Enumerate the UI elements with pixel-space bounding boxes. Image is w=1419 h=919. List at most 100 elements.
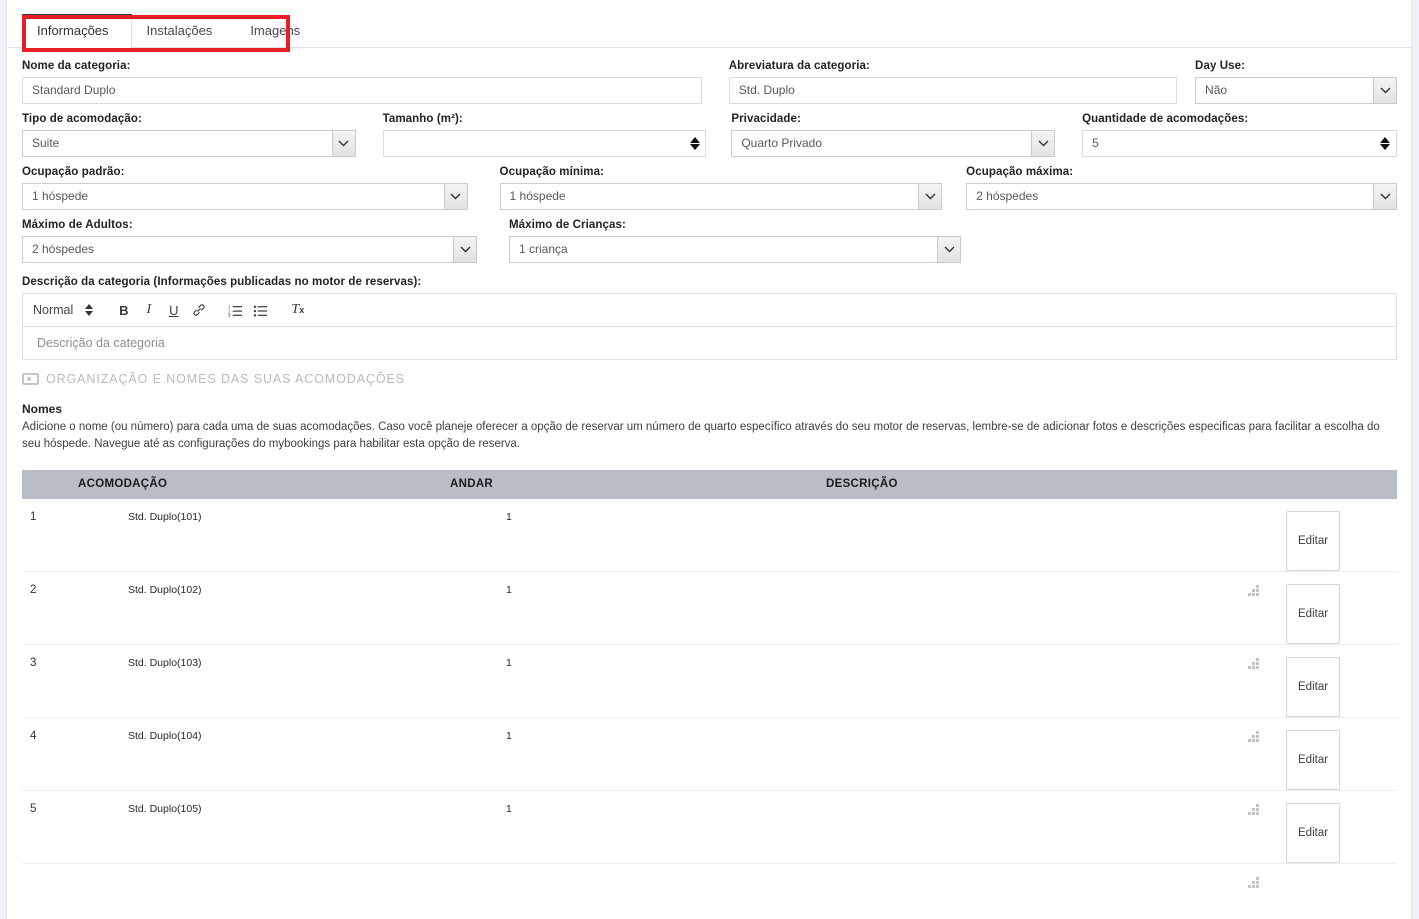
field-ocupacao-maxima: Ocupação máxima: 2 hóspedes — [966, 166, 1398, 210]
select-day-use-value: Não — [1205, 83, 1228, 97]
input-quantidade-acomodacoes-value: 5 — [1092, 136, 1099, 150]
label-abreviatura: Abreviatura da categoria: — [728, 60, 870, 72]
row-descricao[interactable] — [826, 584, 1277, 669]
row-andar: 1 — [506, 802, 512, 815]
camera-icon — [22, 373, 39, 385]
select-day-use[interactable]: Não — [1195, 77, 1398, 104]
spinner-quantidade[interactable] — [1379, 133, 1392, 154]
input-quantidade-acomodacoes[interactable]: 5 — [1082, 130, 1397, 157]
label-nome-categoria: Nome da categoria: — [22, 60, 131, 72]
table-header-descricao: DESCRIÇÃO — [826, 478, 898, 490]
page-content: Informações Instalações Imagens Nome da … — [8, 0, 1411, 919]
edit-button[interactable]: Editar — [1286, 802, 1341, 863]
label-maximo-adultos: Máximo de Adultos: — [22, 219, 133, 231]
names-description: Adicione o nome (ou número) para cada um… — [22, 421, 1380, 451]
spinner-up-icon[interactable] — [1380, 137, 1391, 143]
select-maximo-adultos-value: 2 hóspedes — [32, 242, 95, 256]
select-tipo-acomodacao-value: Suite — [32, 136, 60, 150]
table-row: 1 Std. Duplo(101) 1 Editar — [22, 499, 1397, 596]
spinner-down-icon[interactable] — [1380, 144, 1391, 150]
input-tamanho[interactable] — [382, 130, 707, 157]
row-descricao[interactable] — [826, 730, 1277, 815]
tab-imagens-label: Imagens — [250, 23, 301, 38]
chevron-down-icon — [918, 184, 942, 209]
rich-text-editor: Normal B I U 1 2 3 T x Descrição da cate… — [22, 293, 1397, 360]
row-descricao[interactable] — [826, 657, 1277, 742]
spinner-up-icon[interactable] — [689, 137, 700, 143]
tab-instalacoes[interactable]: Instalações — [132, 14, 236, 48]
editor-content-area[interactable]: Descrição da categoria — [22, 326, 1397, 360]
italic-icon[interactable]: I — [136, 298, 161, 322]
editor-toolbar: Normal B I U 1 2 3 T x — [22, 293, 1397, 326]
svg-text:3: 3 — [228, 313, 231, 317]
ordered-list-icon[interactable]: 1 2 3 — [223, 298, 248, 322]
tab-bar: Informações Instalações Imagens — [8, 0, 1411, 48]
accommodations-table: ACOMODAÇÃO ANDAR DESCRIÇÃO 1 Std. Duplo(… — [22, 469, 1397, 888]
table-header-andar: ANDAR — [450, 478, 494, 490]
select-maximo-criancas-value: 1 criança — [519, 242, 568, 256]
tab-informacoes-label: Informações — [37, 23, 109, 38]
select-ocupacao-padrao[interactable]: 1 hóspede — [22, 183, 468, 210]
row-andar: 1 — [506, 729, 512, 742]
category-form: Nome da categoria: Standard Duplo Abrevi… — [8, 48, 1411, 360]
chevron-down-icon — [331, 131, 355, 156]
label-maximo-criancas: Máximo de Crianças: — [509, 219, 626, 231]
select-privacidade[interactable]: Quarto Privado — [731, 130, 1056, 157]
field-ocupacao-padrao: Ocupação padrão: 1 hóspede — [22, 166, 468, 210]
input-abreviatura[interactable]: Std. Duplo — [728, 77, 1178, 104]
select-ocupacao-minima[interactable]: 1 hóspede — [499, 183, 943, 210]
table-row: 5 Std. Duplo(105) 1 Editar — [22, 791, 1397, 888]
section-header-organizacao: ORGANIZAÇÃO E NOMES DAS SUAS ACOMODAÇÕES — [22, 372, 1397, 386]
field-day-use: Day Use: Não — [1195, 60, 1398, 104]
select-maximo-adultos[interactable]: 2 hóspedes — [22, 236, 477, 263]
field-abreviatura: Abreviatura da categoria: Std. Duplo — [728, 60, 1178, 104]
label-privacidade: Privacidade: — [731, 113, 801, 125]
field-maximo-adultos: Máximo de Adultos: 2 hóspedes — [22, 219, 477, 263]
field-tipo-acomodacao: Tipo de acomodação: Suite — [22, 113, 356, 157]
chevron-updown-icon — [85, 304, 94, 316]
row-andar: 1 — [506, 656, 512, 669]
format-picker[interactable]: Normal — [33, 303, 111, 317]
row-actions: Editar — [1277, 583, 1397, 644]
row-index: 5 — [30, 802, 37, 815]
row-descricao[interactable] — [826, 803, 1277, 888]
row-actions: Editar — [1277, 510, 1397, 571]
spinner-tamanho[interactable] — [688, 133, 701, 154]
names-block: Nomes Adicione o nome (ou número) para c… — [22, 402, 1397, 454]
select-tipo-acomodacao[interactable]: Suite — [22, 130, 356, 157]
row-index: 3 — [30, 656, 37, 669]
form-row-3: Ocupação padrão: 1 hóspede Ocupação míni… — [22, 166, 1398, 210]
row-index: 2 — [30, 583, 37, 596]
tab-informacoes[interactable]: Informações — [22, 14, 132, 48]
edit-button[interactable]: Editar — [1286, 583, 1341, 644]
select-ocupacao-maxima[interactable]: 2 hóspedes — [966, 183, 1398, 210]
clear-format-icon[interactable]: Tx — [285, 298, 310, 322]
table-row: 4 Std. Duplo(104) 1 Editar — [22, 718, 1397, 815]
page-right-gutter — [1411, 0, 1419, 919]
bullet-list-icon[interactable] — [248, 298, 273, 322]
bold-icon[interactable]: B — [111, 298, 136, 322]
resize-grip-icon[interactable] — [1248, 876, 1259, 888]
select-ocupacao-maxima-value: 2 hóspedes — [976, 189, 1039, 203]
row-descricao[interactable] — [826, 511, 1277, 596]
input-nome-categoria[interactable]: Standard Duplo — [22, 77, 702, 104]
chevron-down-icon — [453, 237, 476, 262]
chevron-down-icon — [1031, 131, 1055, 156]
label-tamanho: Tamanho (m²): — [382, 113, 463, 125]
page-left-gutter — [0, 0, 7, 919]
spinner-down-icon[interactable] — [689, 144, 700, 150]
row-index: 1 — [30, 510, 37, 523]
edit-button[interactable]: Editar — [1286, 729, 1341, 790]
select-maximo-criancas[interactable]: 1 criança — [509, 236, 961, 263]
field-maximo-criancas: Máximo de Crianças: 1 criança — [509, 219, 961, 263]
table-header-row: ACOMODAÇÃO ANDAR DESCRIÇÃO — [22, 469, 1397, 499]
field-quantidade-acomodacoes: Quantidade de acomodações: 5 — [1082, 113, 1397, 157]
edit-button[interactable]: Editar — [1286, 656, 1341, 717]
form-row-2: Tipo de acomodação: Suite Tamanho (m²): — [22, 113, 1397, 157]
tab-imagens[interactable]: Imagens — [235, 14, 323, 48]
label-quantidade-acomodacoes: Quantidade de acomodações: — [1082, 113, 1249, 125]
underline-icon[interactable]: U — [161, 298, 186, 322]
link-icon[interactable] — [186, 298, 211, 322]
chevron-down-icon — [1373, 78, 1397, 103]
edit-button[interactable]: Editar — [1286, 510, 1341, 571]
